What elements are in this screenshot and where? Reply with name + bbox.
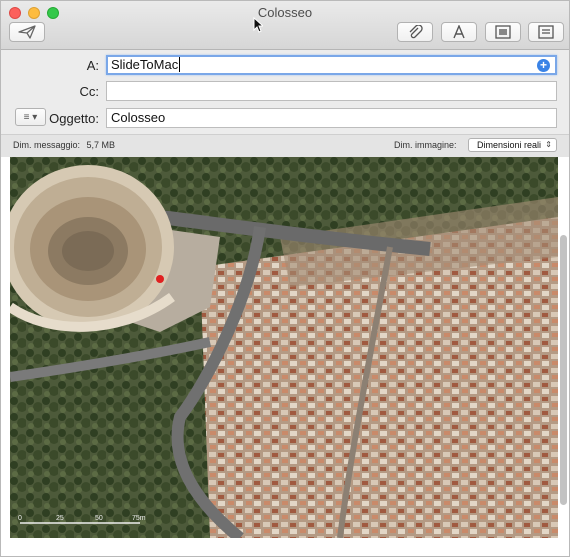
add-contact-icon[interactable]: + [537,59,550,72]
message-size-label: Dim. messaggio: [13,140,81,150]
attach-button[interactable] [397,22,433,42]
header-options-menu[interactable]: ≡ ▾ [15,108,46,126]
stationery-icon [538,25,554,39]
svg-text:0: 0 [18,515,22,522]
window-title: Colosseo [257,5,313,20]
paperclip-icon [409,25,423,39]
image-size-label: Dim. immagine: [394,140,457,150]
title-bar: Colosseo [1,1,569,50]
to-row: A: SlideToMac + [1,55,569,77]
message-size: Dim. messaggio: 5,7 MB [13,140,115,150]
paper-plane-icon [18,25,36,39]
message-info-bar: Dim. messaggio: 5,7 MB Dim. immagine: Di… [1,134,569,158]
stationery-button[interactable] [528,22,564,42]
map-pin-icon [156,275,164,283]
subject-field[interactable]: Colosseo [106,108,557,128]
format-button[interactable] [441,22,477,42]
mouse-cursor-icon [253,17,263,33]
mail-compose-window: Colosseo A: SlideToMac + Cc: ≡ ▾ Oggetto… [0,0,570,557]
image-size-select[interactable]: Dimensioni reali ⇕ [468,138,557,152]
svg-text:50: 50 [95,515,103,522]
svg-text:25: 25 [56,515,64,522]
updown-arrows-icon: ⇕ [545,140,552,149]
vertical-scrollbar[interactable] [560,235,567,505]
send-button[interactable] [9,22,45,42]
cc-row: Cc: [1,81,569,103]
to-field-value: SlideToMac [111,57,179,72]
photo-browser-icon [495,25,511,39]
subject-row: ≡ ▾ Oggetto: Colosseo [1,108,569,130]
colosseum-aerial-image: 0 25 50 75m [10,157,558,538]
cc-field[interactable] [106,81,557,101]
image-size-select-value: Dimensioni reali [477,140,542,150]
photo-browser-button[interactable] [485,22,521,42]
to-label: A: [86,58,99,73]
message-header-fields: A: SlideToMac + Cc: ≡ ▾ Oggetto: Colosse… [1,50,569,133]
font-a-icon [453,25,465,39]
message-body[interactable]: 0 25 50 75m [1,157,569,556]
svg-text:75m: 75m [132,515,146,522]
to-field[interactable]: SlideToMac + [106,55,557,75]
subject-label: Oggetto: [49,111,99,126]
message-size-value: 5,7 MB [86,140,116,150]
attached-image[interactable]: 0 25 50 75m [10,157,558,538]
cc-label: Cc: [79,84,100,99]
